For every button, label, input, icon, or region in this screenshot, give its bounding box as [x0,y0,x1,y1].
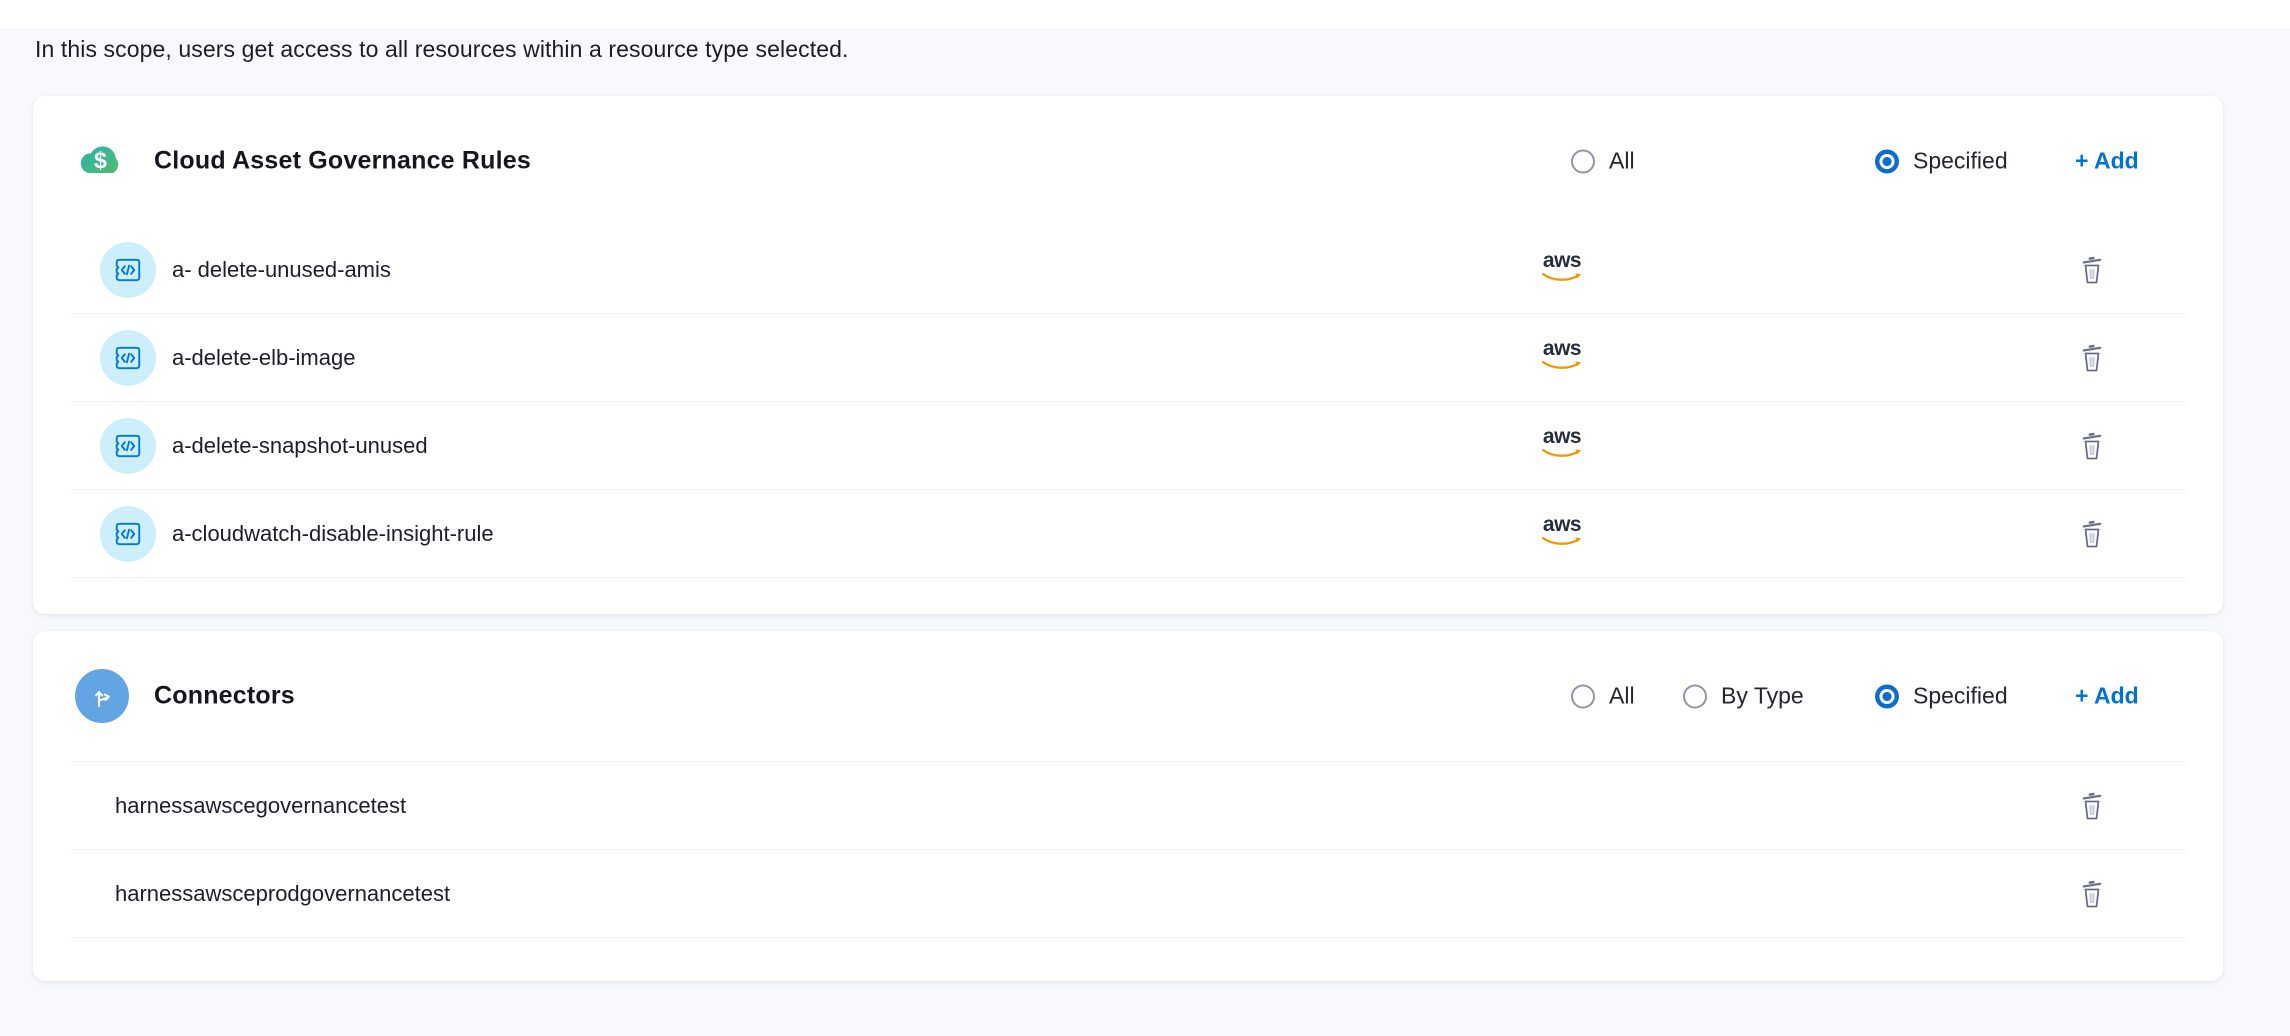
governance-rule-icon [100,506,156,562]
delete-connector-button[interactable] [2073,875,2111,913]
radio-unselected-icon [1571,149,1595,173]
radio-selected-icon [1875,149,1899,173]
governance-rule-icon [100,330,156,386]
trash-icon [2080,431,2104,461]
connectors-card: Connectors All By Type Specified + Add h… [33,631,2223,981]
governance-rule-icon [100,418,156,474]
trash-icon [2080,343,2104,373]
connectors-add-button[interactable]: + Add [2075,683,2139,710]
governance-card-header: $ Cloud Asset Governance Rules All Speci… [33,96,2223,226]
radio-unselected-icon [1571,684,1595,708]
rule-name: a-delete-snapshot-unused [172,433,428,459]
trash-icon [2080,791,2104,821]
governance-rules-list: a- delete-unused-amis aws [33,226,2223,578]
connectors-list: harnessawscegovernancetest harnessawscep… [71,761,2186,938]
delete-rule-button[interactable] [2073,251,2111,289]
governance-rule-row: a-cloudwatch-disable-insight-rule aws [71,490,2186,578]
connectors-card-title: Connectors [154,682,295,711]
svg-text:$: $ [94,148,107,174]
connectors-card-header: Connectors All By Type Specified + Add [33,631,2223,761]
cloud-dollar-icon: $ [75,140,127,183]
aws-logo: aws [1540,516,1584,552]
governance-rule-row: a-delete-elb-image aws [71,314,2186,402]
scope-description: In this scope, users get access to all r… [35,36,849,63]
governance-radio-specified[interactable]: Specified [1875,148,2008,175]
rule-name: a-cloudwatch-disable-insight-rule [172,521,494,547]
delete-rule-button[interactable] [2073,339,2111,377]
aws-logo: aws [1540,428,1584,464]
connector-name: harnessawsceprodgovernancetest [115,881,450,907]
governance-card-title: Cloud Asset Governance Rules [154,147,531,176]
governance-rule-row: a-delete-snapshot-unused aws [71,402,2186,490]
aws-logo: aws [1540,252,1584,288]
radio-selected-icon [1875,684,1899,708]
governance-add-button[interactable]: + Add [2075,148,2139,175]
governance-rule-row: a- delete-unused-amis aws [71,226,2186,314]
connectors-radio-specified[interactable]: Specified [1875,683,2008,710]
governance-rules-card: $ Cloud Asset Governance Rules All Speci… [33,96,2223,614]
connectors-radio-all[interactable]: All [1571,683,1635,710]
rule-name: a- delete-unused-amis [172,257,391,283]
delete-connector-button[interactable] [2073,787,2111,825]
governance-radio-all[interactable]: All [1571,148,1635,175]
delete-rule-button[interactable] [2073,515,2111,553]
trash-icon [2080,519,2104,549]
trash-icon [2080,255,2104,285]
connector-row: harnessawsceprodgovernancetest [71,850,2186,938]
trash-icon [2080,879,2104,909]
connector-row: harnessawscegovernancetest [71,762,2186,850]
connector-name: harnessawscegovernancetest [115,793,406,819]
connectors-radio-by-type[interactable]: By Type [1683,683,1804,710]
top-white-strip [0,0,2290,28]
radio-unselected-icon [1683,684,1707,708]
delete-rule-button[interactable] [2073,427,2111,465]
rule-name: a-delete-elb-image [172,345,355,371]
aws-logo: aws [1540,340,1584,376]
governance-rule-icon [100,242,156,298]
branching-arrows-icon [75,669,129,723]
